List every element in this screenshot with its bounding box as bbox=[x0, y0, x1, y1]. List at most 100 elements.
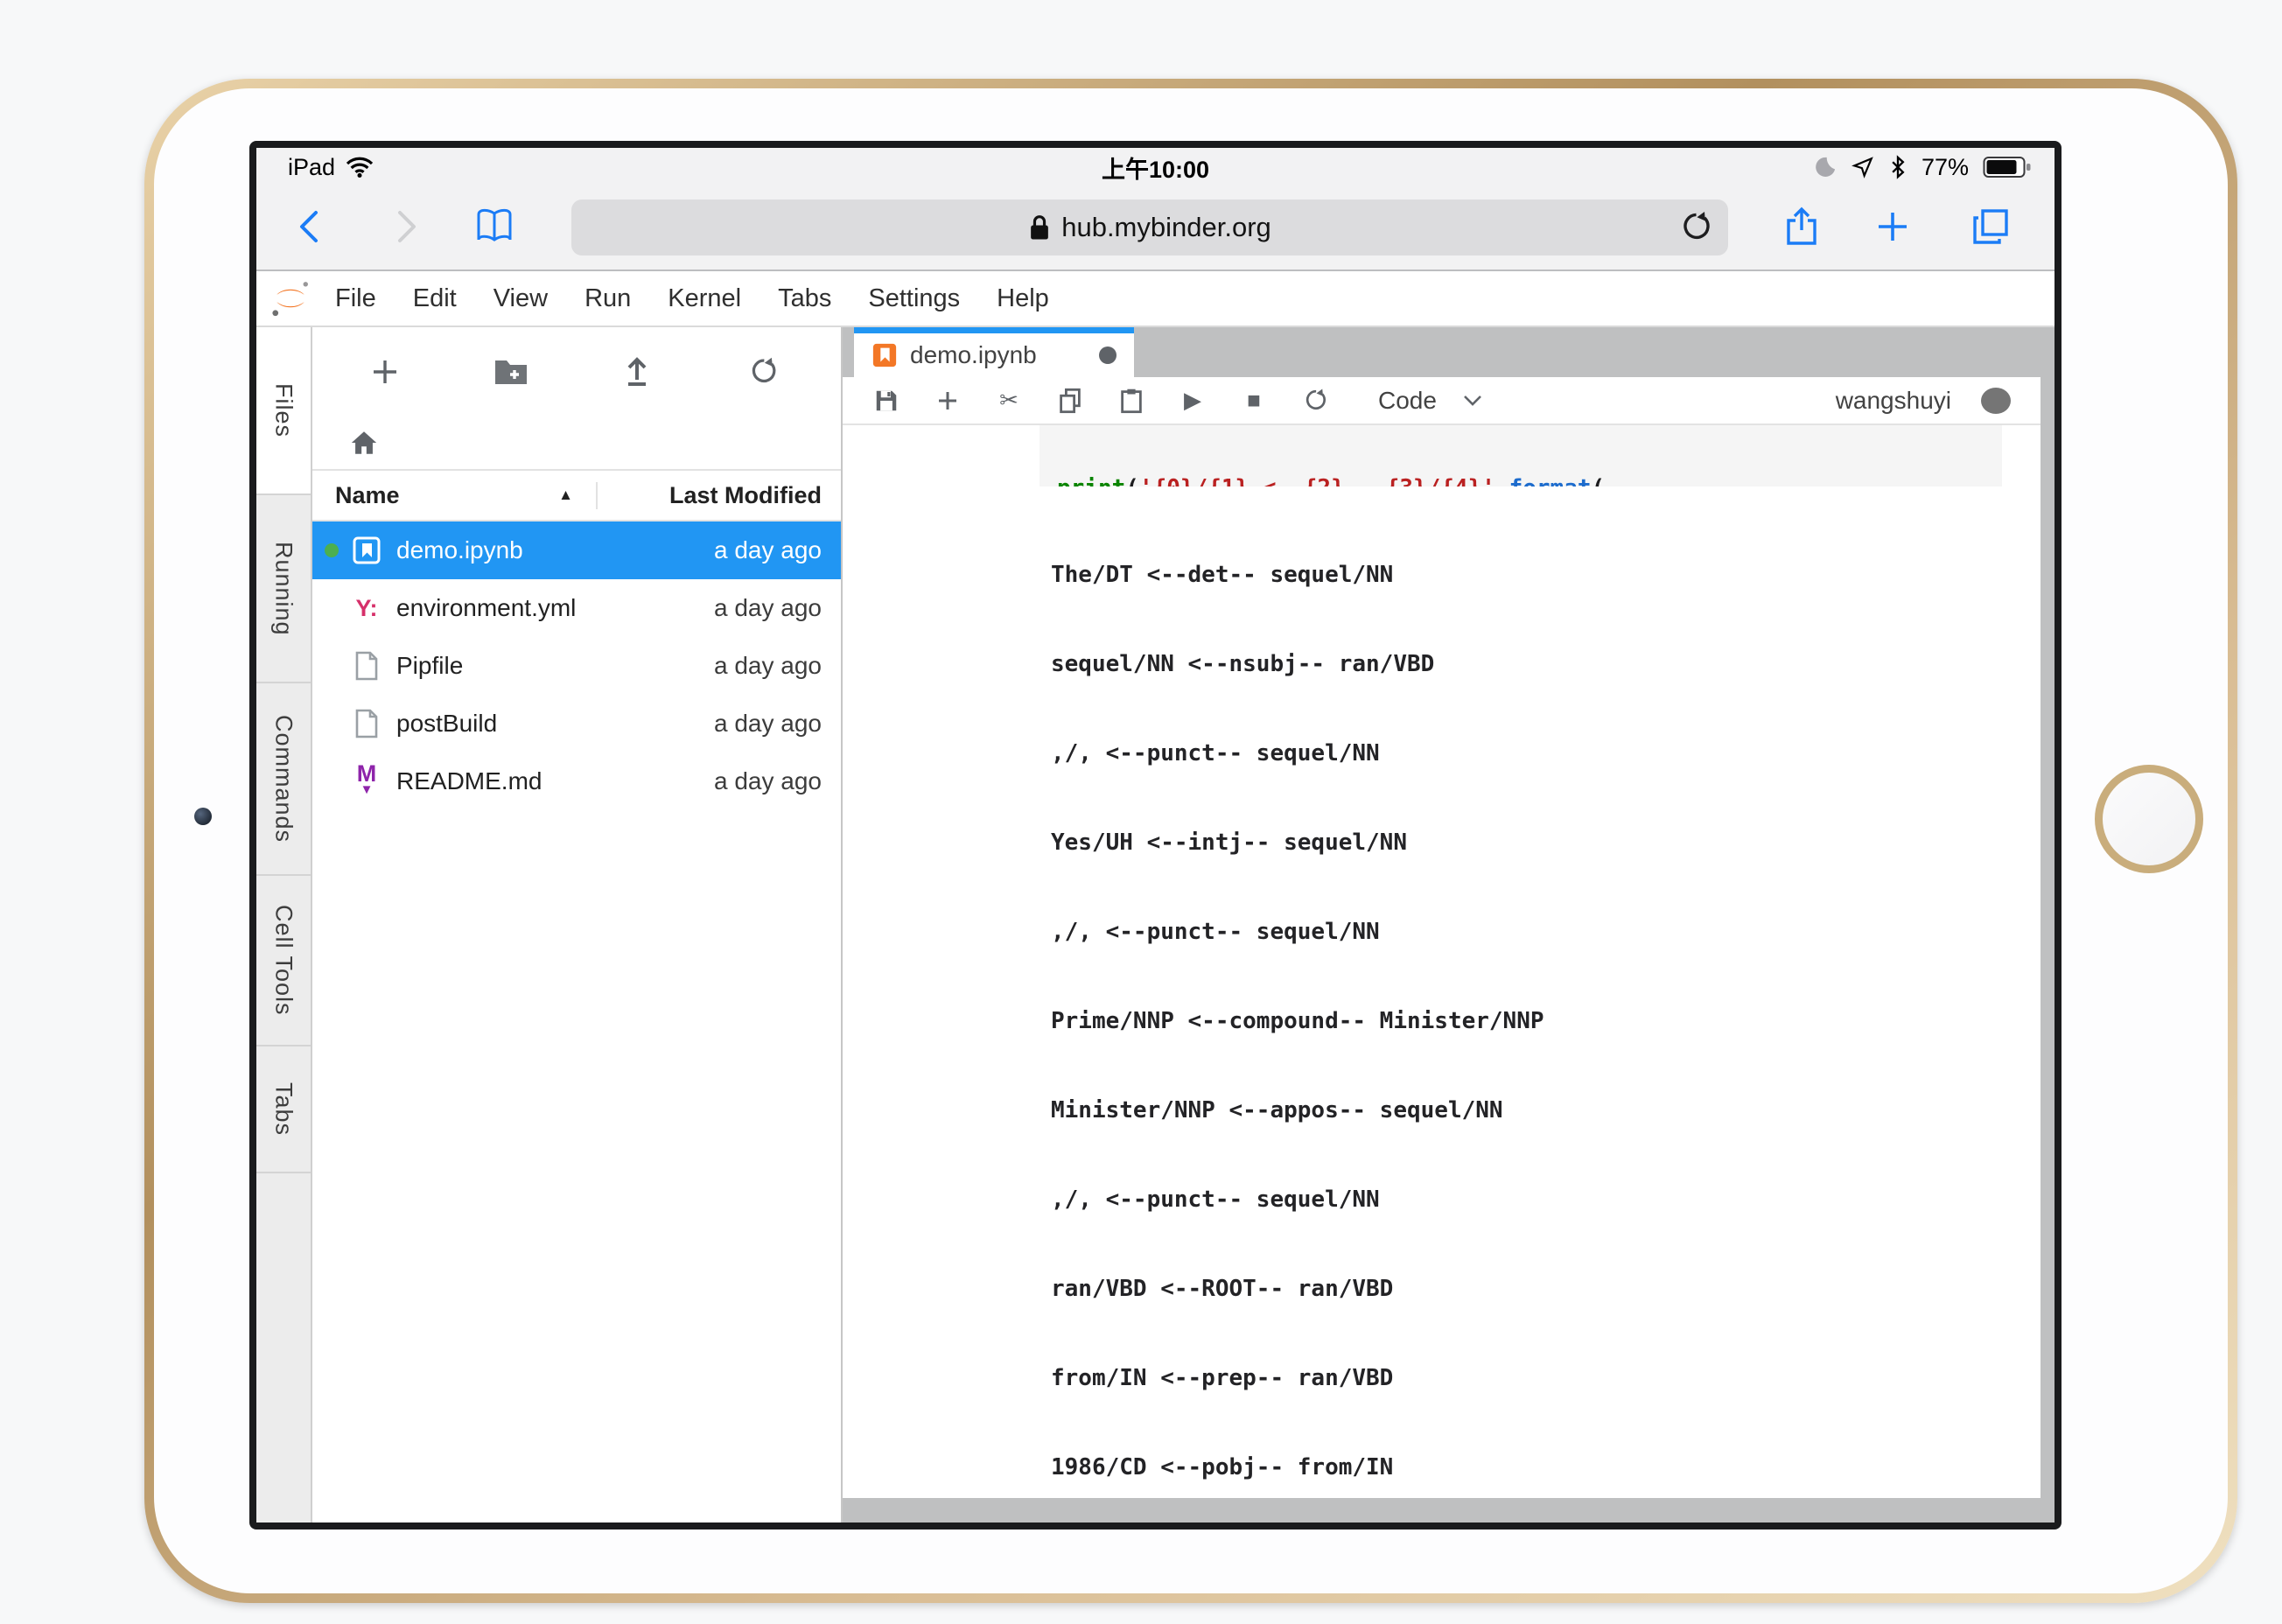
run-cell-button[interactable]: ▶ bbox=[1179, 387, 1207, 415]
new-launcher-button[interactable] bbox=[367, 354, 403, 390]
kernel-status-indicator[interactable] bbox=[1981, 388, 2011, 414]
cell-output-text: The/DT <--det-- sequel/NN sequel/NN <--n… bbox=[1051, 500, 2040, 1498]
ipad-device: iPad 上午10:00 bbox=[144, 79, 2237, 1603]
location-icon bbox=[1852, 156, 1874, 178]
cut-cells-button[interactable]: ✂ bbox=[995, 387, 1023, 415]
jupyter-logo-icon bbox=[270, 278, 311, 318]
notebook-content: print('{0}/{1} <--{2}-- {3}/{4}'.format(… bbox=[843, 425, 2040, 1498]
markdown-file-icon: M▼ bbox=[347, 764, 386, 800]
output-line: Yes/UH <--intj-- sequel/NN bbox=[1051, 828, 2040, 858]
menu-kernel[interactable]: Kernel bbox=[668, 284, 741, 313]
save-button[interactable] bbox=[872, 387, 900, 415]
battery-percent: 77% bbox=[1922, 154, 1969, 181]
refresh-file-list-button[interactable] bbox=[745, 354, 781, 390]
notebook-toolbar: ✂ ▶ ■ bbox=[843, 377, 2040, 425]
bookmarks-icon[interactable] bbox=[473, 206, 515, 248]
menu-file[interactable]: File bbox=[335, 284, 376, 313]
tab-dirty-indicator[interactable] bbox=[1099, 346, 1116, 364]
row-spacer bbox=[325, 601, 339, 615]
new-tab-icon[interactable] bbox=[1872, 206, 1914, 248]
jupyter-body: Files Running Commands Cell Tools Tabs bbox=[256, 327, 2054, 1522]
output-line: ran/VBD <--ROOT-- ran/VBD bbox=[1051, 1274, 2040, 1304]
file-name: README.md bbox=[396, 767, 542, 795]
restart-kernel-button[interactable] bbox=[1301, 387, 1329, 415]
row-spacer bbox=[325, 774, 339, 788]
sidebar-tab-running[interactable]: Running bbox=[256, 495, 311, 683]
output-line: from/IN <--prep-- ran/VBD bbox=[1051, 1363, 2040, 1393]
front-camera-icon bbox=[194, 808, 212, 825]
menu-settings[interactable]: Settings bbox=[868, 284, 960, 313]
code-cell-partial[interactable]: print('{0}/{1} <--{2}-- {3}/{4}'.format(… bbox=[1040, 425, 2002, 486]
share-icon[interactable] bbox=[1781, 206, 1823, 248]
breadcrumb bbox=[312, 416, 841, 469]
file-modified: a day ago bbox=[714, 536, 841, 564]
generic-file-icon bbox=[347, 709, 386, 738]
sidebar-tab-tabs[interactable]: Tabs bbox=[256, 1046, 311, 1173]
menu-edit[interactable]: Edit bbox=[413, 284, 457, 313]
yaml-file-icon: Y: bbox=[347, 595, 386, 622]
sidebar-tab-files[interactable]: Files bbox=[256, 327, 311, 495]
sidebar-tab-cell-tools[interactable]: Cell Tools bbox=[256, 876, 311, 1046]
sidebar-strip-filler bbox=[256, 1173, 311, 1522]
notebook-file-icon bbox=[347, 536, 386, 565]
file-row-postbuild[interactable]: postBuild a day ago bbox=[312, 695, 841, 752]
file-list-empty-area bbox=[312, 810, 841, 1522]
bluetooth-icon bbox=[1888, 155, 1908, 179]
file-row-readme-md[interactable]: M▼ README.md a day ago bbox=[312, 752, 841, 810]
left-sidebar-strip: Files Running Commands Cell Tools Tabs bbox=[256, 327, 312, 1522]
home-button[interactable] bbox=[2095, 765, 2203, 873]
upload-button[interactable] bbox=[619, 354, 655, 390]
page-background: iPad 上午10:00 bbox=[0, 0, 2282, 1624]
chevron-down-icon bbox=[1463, 395, 1482, 407]
dock-panel: demo.ipynb ✂ bbox=[843, 327, 2054, 1522]
jupyter-menu-bar: File Edit View Run Kernel Tabs Settings … bbox=[256, 271, 2054, 327]
insert-cell-button[interactable] bbox=[934, 387, 962, 415]
file-name: demo.ipynb bbox=[396, 536, 523, 564]
new-folder-button[interactable] bbox=[493, 354, 529, 390]
output-line: ,/, <--punct-- sequel/NN bbox=[1051, 1185, 2040, 1214]
file-row-pipfile[interactable]: Pipfile a day ago bbox=[312, 637, 841, 695]
generic-file-icon bbox=[347, 651, 386, 681]
file-browser: Name ▲ Last Modified demo.ipynb a day ag… bbox=[312, 327, 843, 1522]
file-name: Pipfile bbox=[396, 652, 463, 680]
copy-cells-button[interactable] bbox=[1056, 387, 1084, 415]
safari-toolbar: hub.mybinder.org bbox=[256, 186, 2054, 270]
ipad-bezel: iPad 上午10:00 bbox=[154, 88, 2228, 1593]
file-row-environment-yml[interactable]: Y: environment.yml a day ago bbox=[312, 579, 841, 637]
username-label: wangshuyi bbox=[1836, 387, 1951, 415]
menu-run[interactable]: Run bbox=[584, 284, 631, 313]
reload-button[interactable] bbox=[1677, 210, 1712, 245]
address-bar[interactable]: hub.mybinder.org bbox=[571, 200, 1728, 256]
clock: 上午10:00 bbox=[256, 150, 2054, 185]
menu-tabs[interactable]: Tabs bbox=[778, 284, 831, 313]
notebook-tab-bar: demo.ipynb bbox=[843, 327, 2054, 377]
column-header-name[interactable]: Name ▲ bbox=[312, 482, 598, 509]
cell-type-select[interactable]: Code bbox=[1378, 387, 1482, 415]
screen: iPad 上午10:00 bbox=[249, 141, 2062, 1530]
forward-button[interactable] bbox=[384, 206, 426, 248]
home-icon[interactable] bbox=[349, 429, 379, 457]
row-spacer bbox=[325, 659, 339, 673]
tab-demo-ipynb[interactable]: demo.ipynb bbox=[854, 327, 1134, 377]
code-cell-partial-source: print('{0}/{1} <--{2}-- {3}/{4}'.format(… bbox=[1040, 425, 2002, 486]
tabs-icon[interactable] bbox=[1970, 206, 2012, 248]
kernel-running-dot bbox=[325, 543, 339, 557]
lock-icon bbox=[1028, 214, 1051, 242]
paste-cells-button[interactable] bbox=[1117, 387, 1145, 415]
menu-view[interactable]: View bbox=[494, 284, 548, 313]
column-header-modified[interactable]: Last Modified bbox=[598, 482, 841, 509]
output-line: sequel/NN <--nsubj-- ran/VBD bbox=[1051, 649, 2040, 679]
interrupt-kernel-button[interactable]: ■ bbox=[1240, 387, 1268, 415]
status-bar: iPad 上午10:00 bbox=[256, 148, 2054, 186]
moon-icon bbox=[1813, 155, 1838, 179]
sidebar-tab-commands[interactable]: Commands bbox=[256, 683, 311, 876]
menu-help[interactable]: Help bbox=[997, 284, 1049, 313]
file-modified: a day ago bbox=[714, 594, 841, 622]
file-row-demo-ipynb[interactable]: demo.ipynb a day ago bbox=[312, 522, 841, 579]
file-list-header: Name ▲ Last Modified bbox=[312, 469, 841, 522]
screen-content: iPad 上午10:00 bbox=[256, 148, 2054, 1522]
back-button[interactable] bbox=[290, 206, 332, 248]
file-modified: a day ago bbox=[714, 767, 841, 795]
output-line: ,/, <--punct-- sequel/NN bbox=[1051, 917, 2040, 947]
battery-icon bbox=[1983, 155, 2032, 179]
